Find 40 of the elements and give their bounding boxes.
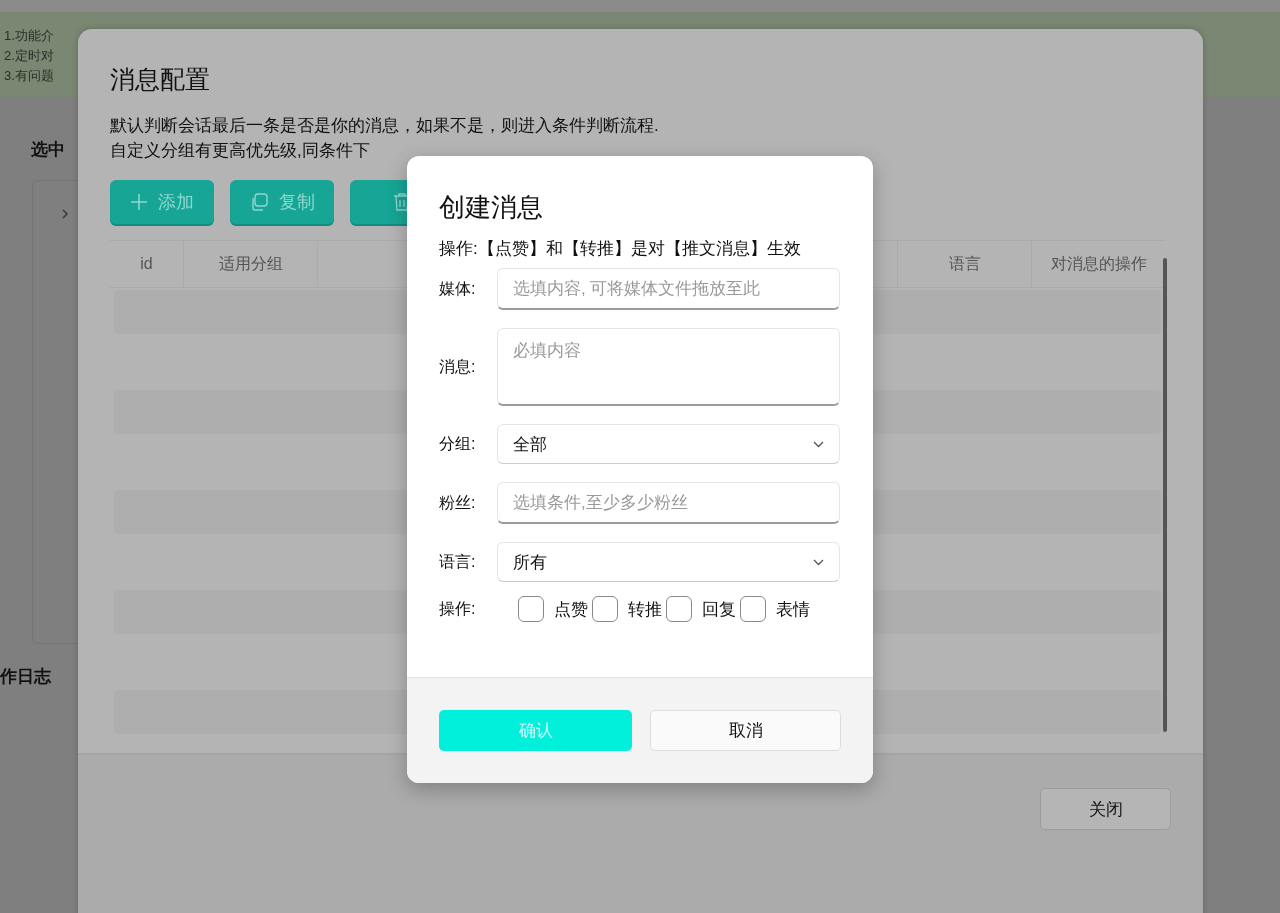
description-text: 自定义分组有更高优先级,同条件下 xyxy=(110,140,370,162)
scrollbar[interactable] xyxy=(1163,258,1167,732)
field-label: 消息: xyxy=(439,356,477,377)
notice-line: 2.定时对 xyxy=(4,47,54,65)
checkbox-label: 表情 xyxy=(776,598,810,621)
field-label: 分组: xyxy=(439,433,477,454)
field-label: 语言: xyxy=(439,551,477,572)
cancel-button[interactable]: 取消 xyxy=(650,710,841,751)
checkbox-label: 回复 xyxy=(702,598,736,621)
field-label: 媒体: xyxy=(439,278,477,299)
close-button[interactable]: 关闭 xyxy=(1040,788,1171,830)
input-field[interactable]: 选填条件,至少多少粉丝 xyxy=(497,482,840,524)
message-field[interactable]: 必填内容 xyxy=(497,328,840,406)
checkbox[interactable] xyxy=(518,596,544,622)
checkbox[interactable] xyxy=(740,596,766,622)
column-header: 适用分组 xyxy=(183,241,317,287)
plus-icon xyxy=(130,193,148,211)
checkbox[interactable] xyxy=(592,596,618,622)
description-text: 默认判断会话最后一条是否是你的消息，如果不是，则进入条件判断流程. xyxy=(110,115,659,137)
notice-line: 1.功能介 xyxy=(4,27,54,45)
notice-line: 3.有问题 xyxy=(4,67,54,85)
checkbox-label: 点赞 xyxy=(554,598,588,621)
chevron-down-icon xyxy=(813,558,824,566)
column-header: id xyxy=(139,254,154,274)
copy-icon xyxy=(249,192,269,212)
chevron-down-icon xyxy=(813,440,824,448)
column-header: 语言 xyxy=(897,241,1031,287)
select-field[interactable]: 全部 xyxy=(497,424,840,464)
checkbox-label: 转推 xyxy=(628,598,662,621)
field-label: 粉丝: xyxy=(439,492,477,513)
field-label: 操作: xyxy=(439,598,477,619)
select-field[interactable]: 所有 xyxy=(497,542,840,582)
modal-title: 消息配置 xyxy=(110,64,211,95)
input-field[interactable]: 选填内容, 可将媒体文件拖放至此 xyxy=(497,268,840,310)
chevron-right-icon[interactable] xyxy=(61,208,69,220)
section-title: 选中 xyxy=(31,139,65,161)
dialog-title: 创建消息 xyxy=(439,191,543,224)
section-title: 作日志 xyxy=(0,666,51,688)
checkbox[interactable] xyxy=(666,596,692,622)
note-text: 操作:【点赞】和【转推】是对【推文消息】生效 xyxy=(439,238,801,260)
